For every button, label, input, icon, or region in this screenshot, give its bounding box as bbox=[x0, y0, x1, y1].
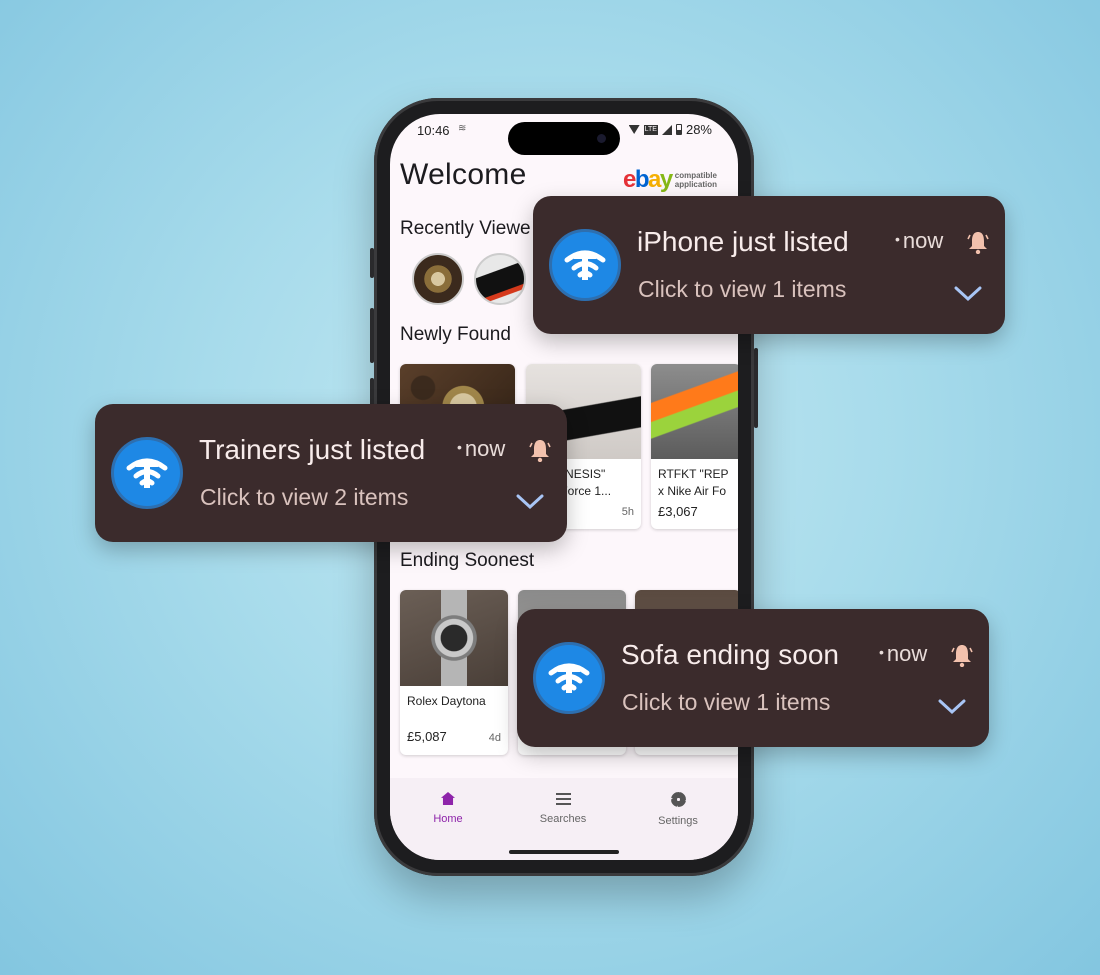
page-title: Welcome bbox=[400, 158, 527, 191]
notification-time: • now bbox=[895, 228, 944, 253]
newly-found-heading: Newly Found bbox=[400, 324, 511, 345]
lte-icon: LTE bbox=[643, 124, 658, 135]
nav-home[interactable]: Home bbox=[403, 792, 493, 825]
bottom-navigation: Home Searches Settings bbox=[390, 778, 738, 860]
wifi-tag-icon bbox=[549, 229, 621, 301]
signal-icon bbox=[661, 124, 672, 135]
recently-viewed-heading: Recently Viewe bbox=[400, 218, 531, 239]
bell-icon bbox=[951, 645, 973, 667]
listing-age: 4d bbox=[488, 732, 501, 744]
notification-title: iPhone just listed bbox=[637, 226, 849, 257]
listing-title: RTFKT "REP bbox=[658, 467, 729, 481]
notification-time-text: now bbox=[902, 228, 944, 253]
listing-price: £3,067 bbox=[658, 504, 698, 519]
ebay-wordmark: ebay bbox=[623, 166, 673, 194]
recently-viewed-item[interactable] bbox=[474, 253, 526, 305]
notification-title: Sofa ending soon bbox=[621, 639, 839, 670]
status-time: 10:46 bbox=[417, 123, 450, 138]
notification-subtitle: Click to view 1 items bbox=[638, 276, 847, 302]
battery-percent: 28% bbox=[685, 122, 712, 137]
notification-trainers[interactable]: Trainers just listed Click to view 2 ite… bbox=[95, 404, 567, 542]
nav-searches-label: Searches bbox=[539, 813, 587, 825]
phone-side-button bbox=[370, 248, 374, 278]
status-icons: LTE 28% bbox=[628, 122, 712, 137]
notification-time-text: now bbox=[886, 641, 928, 666]
dynamic-island bbox=[508, 122, 620, 155]
chevron-down-icon[interactable] bbox=[954, 286, 982, 302]
compat-line: compatible bbox=[674, 171, 717, 180]
ebay-letter: a bbox=[648, 166, 661, 193]
phone-side-button bbox=[370, 308, 374, 363]
wifi-tag-icon bbox=[533, 642, 605, 714]
listing-title: x Nike Air Fo bbox=[658, 484, 727, 498]
notification-sofa[interactable]: Sofa ending soon Click to view 1 items •… bbox=[517, 609, 989, 747]
camera-icon bbox=[597, 134, 606, 143]
list-icon bbox=[555, 793, 571, 805]
bell-icon bbox=[967, 232, 989, 254]
listing-card[interactable]: RTFKT "REP x Nike Air Fo £3,067 bbox=[651, 364, 738, 529]
listing-price: £5,087 bbox=[407, 729, 447, 744]
wifi-calling-icon: ≋ bbox=[458, 123, 467, 134]
chevron-down-icon[interactable] bbox=[516, 494, 544, 510]
wifi-icon bbox=[628, 125, 640, 134]
wifi-tag-icon bbox=[111, 437, 183, 509]
ebay-compatible-label: compatible application bbox=[675, 171, 717, 189]
listing-image bbox=[400, 590, 508, 686]
battery-icon bbox=[675, 124, 682, 135]
nav-searches[interactable]: Searches bbox=[518, 792, 608, 825]
notification-subtitle: Click to view 1 items bbox=[622, 689, 831, 715]
notification-iphone[interactable]: iPhone just listed Click to view 1 items… bbox=[533, 196, 1005, 334]
ebay-letter: e bbox=[623, 166, 636, 193]
nav-home-label: Home bbox=[433, 813, 463, 825]
listing-title: Rolex Daytona bbox=[407, 694, 486, 708]
compat-line: application bbox=[674, 180, 717, 189]
gear-icon bbox=[670, 792, 686, 807]
home-indicator[interactable] bbox=[509, 850, 619, 854]
notification-title: Trainers just listed bbox=[199, 434, 426, 465]
listing-age: 5h bbox=[621, 506, 634, 518]
nav-settings[interactable]: Settings bbox=[633, 792, 723, 827]
notification-time-text: now bbox=[464, 436, 506, 461]
ending-soonest-heading: Ending Soonest bbox=[400, 550, 535, 571]
ebay-letter: b bbox=[634, 166, 650, 193]
recently-viewed-item[interactable] bbox=[412, 253, 464, 305]
nav-settings-label: Settings bbox=[658, 815, 698, 827]
phone-side-button bbox=[754, 348, 758, 428]
listing-image bbox=[651, 364, 738, 459]
chevron-down-icon[interactable] bbox=[938, 699, 966, 715]
notification-time: • now bbox=[457, 436, 506, 461]
ebay-logo: ebay compatible application bbox=[623, 166, 717, 194]
notification-time: • now bbox=[879, 641, 928, 666]
notification-subtitle: Click to view 2 items bbox=[200, 484, 409, 510]
ebay-letter: y bbox=[659, 166, 673, 193]
bell-icon bbox=[529, 440, 551, 462]
home-icon bbox=[441, 792, 455, 805]
listing-card[interactable]: Rolex Daytona £5,087 4d bbox=[400, 590, 508, 755]
